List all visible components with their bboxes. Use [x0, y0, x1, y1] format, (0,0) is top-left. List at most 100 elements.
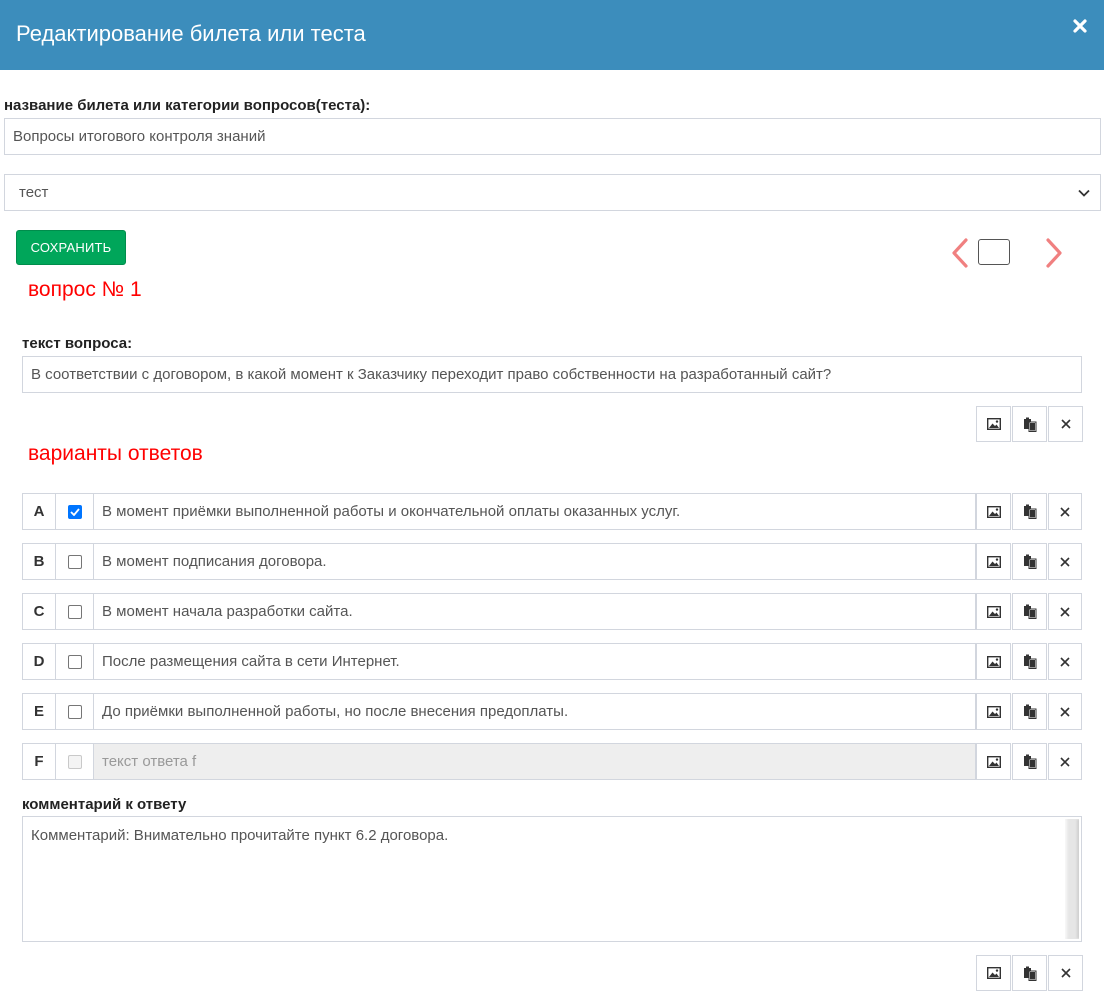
answer-correct-checkbox-cell: [55, 743, 93, 780]
answer-text-input[interactable]: В момент приёмки выполненной работы и ок…: [93, 493, 976, 530]
answer-text-input[interactable]: В момент подписания договора.: [93, 543, 976, 580]
answer-image-button[interactable]: [976, 593, 1011, 630]
comment-label: комментарий к ответу: [22, 796, 187, 813]
answer-delete-button[interactable]: [1048, 693, 1082, 730]
question-delete-button[interactable]: [1048, 406, 1083, 442]
paste-icon: [1023, 417, 1036, 432]
answer-letter: A: [22, 493, 55, 530]
answer-correct-checkbox-cell: [55, 643, 93, 680]
answer-letter: F: [22, 743, 55, 780]
comment-delete-button[interactable]: [1048, 955, 1083, 991]
answer-text-input[interactable]: текст ответа f: [93, 743, 976, 780]
paste-icon: [1023, 704, 1036, 719]
answer-image-button[interactable]: [976, 493, 1011, 530]
answer-correct-checkbox-cell: [55, 593, 93, 630]
close-icon[interactable]: [1072, 18, 1088, 34]
image-icon: [986, 418, 1001, 430]
answer-correct-checkbox[interactable]: [67, 704, 82, 719]
answer-paste-button[interactable]: [1012, 493, 1047, 530]
answer-delete-button[interactable]: [1048, 543, 1082, 580]
image-icon: [986, 755, 1001, 768]
answer-delete-button[interactable]: [1048, 643, 1082, 680]
close-icon: [1060, 756, 1070, 767]
answer-image-button[interactable]: [976, 643, 1011, 680]
comment-scrollbar[interactable]: [1065, 819, 1079, 939]
answer-image-button[interactable]: [976, 743, 1011, 780]
close-icon: [1060, 968, 1071, 978]
answer-text-input[interactable]: В момент начала разработки сайта.: [93, 593, 976, 630]
close-icon: [1060, 706, 1070, 717]
paste-icon: [1023, 754, 1036, 769]
answer-text: В момент начала разработки сайта.: [102, 603, 353, 620]
question-paste-button[interactable]: [1012, 406, 1047, 442]
question-heading: вопрос № 1: [28, 278, 142, 301]
ticket-name-value: Вопросы итогового контроля знаний: [13, 128, 266, 145]
answer-correct-checkbox[interactable]: [67, 654, 82, 669]
type-select[interactable]: тест: [4, 174, 1101, 211]
answer-paste-button[interactable]: [1012, 643, 1047, 680]
close-icon: [1060, 556, 1070, 567]
answer-row: A В момент приёмки выполненной работы и о…: [22, 493, 1082, 530]
answer-row: C В момент начала разработки сайта.: [22, 593, 1082, 630]
answer-text: До приёмки выполненной работы, но после …: [102, 703, 569, 720]
answer-letter: D: [22, 643, 55, 680]
image-icon: [986, 505, 1001, 518]
paste-icon: [1023, 654, 1036, 669]
question-text-value: В соответствии с договором, в какой моме…: [31, 366, 832, 383]
answer-text-input[interactable]: До приёмки выполненной работы, но после …: [93, 693, 976, 730]
question-text-label: текст вопроса:: [22, 335, 133, 352]
answer-row: D После размещения сайта в сети Интернет.: [22, 643, 1082, 680]
answer-delete-button[interactable]: [1048, 493, 1082, 530]
answer-correct-checkbox-cell: [55, 693, 93, 730]
answer-paste-button[interactable]: [1012, 743, 1047, 780]
close-icon: [1060, 606, 1070, 617]
checkmark-icon: [69, 507, 80, 516]
answer-correct-checkbox[interactable]: [67, 604, 82, 619]
answer-image-button[interactable]: [976, 543, 1011, 580]
close-icon: [1060, 419, 1071, 429]
chevron-left-icon[interactable]: [950, 237, 970, 269]
dialog-title: Редактирование билета или теста: [16, 21, 366, 46]
answer-text: В момент подписания договора.: [102, 553, 327, 570]
type-select-value: тест: [19, 184, 49, 201]
paste-icon: [1023, 604, 1036, 619]
answer-paste-button[interactable]: [1012, 693, 1047, 730]
answer-correct-checkbox: [67, 754, 82, 769]
comment-value: Комментарий: Внимательно прочитайте пунк…: [31, 827, 449, 844]
answer-delete-button[interactable]: [1048, 743, 1082, 780]
comment-paste-button[interactable]: [1012, 955, 1047, 991]
answer-text: После размещения сайта в сети Интернет.: [102, 653, 400, 670]
answer-row: E До приёмки выполненной работы, но после…: [22, 693, 1082, 730]
answer-row: Fтекст ответа f: [22, 743, 1082, 780]
ticket-name-input[interactable]: Вопросы итогового контроля знаний: [4, 118, 1101, 155]
image-icon: [986, 655, 1001, 668]
answer-correct-checkbox-cell: [55, 543, 93, 580]
question-number-input[interactable]: [978, 239, 1010, 265]
answer-delete-button[interactable]: [1048, 593, 1082, 630]
answer-letter: B: [22, 543, 55, 580]
image-icon: [986, 705, 1001, 718]
paste-icon: [1023, 504, 1036, 519]
question-text-input[interactable]: В соответствии с договором, в какой моме…: [22, 356, 1082, 393]
paste-icon: [1023, 966, 1036, 981]
answer-correct-checkbox-cell: [55, 493, 93, 530]
answer-correct-checkbox[interactable]: [67, 554, 82, 569]
comment-image-button[interactable]: [976, 955, 1011, 991]
image-icon: [986, 605, 1001, 618]
answer-image-button[interactable]: [976, 693, 1011, 730]
answer-correct-checkbox[interactable]: [67, 504, 82, 519]
answer-row: B В момент подписания договора.: [22, 543, 1082, 580]
image-icon: [986, 555, 1001, 568]
comment-textarea[interactable]: Комментарий: Внимательно прочитайте пунк…: [22, 816, 1082, 942]
answer-text-input[interactable]: После размещения сайта в сети Интернет.: [93, 643, 976, 680]
ticket-name-label: название билета или категории вопросов(т…: [4, 97, 371, 114]
chevron-down-icon: [1078, 189, 1090, 197]
chevron-right-icon[interactable]: [1044, 237, 1064, 269]
paste-icon: [1023, 554, 1036, 569]
answer-paste-button[interactable]: [1012, 543, 1047, 580]
answer-text: текст ответа f: [102, 753, 197, 770]
answer-paste-button[interactable]: [1012, 593, 1047, 630]
answer-letter: E: [22, 693, 55, 730]
question-image-button[interactable]: [976, 406, 1011, 442]
save-button[interactable]: СОХРАНИТЬ: [16, 230, 126, 265]
